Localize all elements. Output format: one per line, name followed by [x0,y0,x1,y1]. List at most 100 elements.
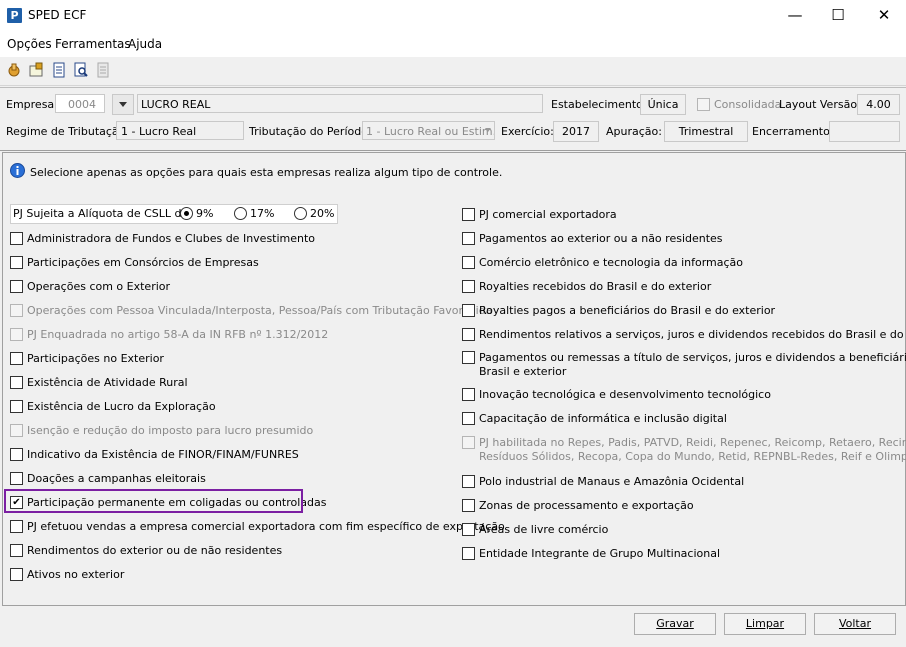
regime-field: 1 - Lucro Real [116,121,244,140]
right-option-1[interactable]: Pagamentos ao exterior ou a não resident… [462,231,723,246]
left-option-6[interactable]: Existência de Atividade Rural [10,375,188,390]
left-option-3: Operações com Pessoa Vinculada/Interpost… [10,303,492,318]
checkbox[interactable] [462,279,475,293]
settings-icon[interactable] [28,62,44,78]
checkbox[interactable] [10,351,23,365]
right-option-0[interactable]: PJ comercial exportadora [462,207,617,222]
checkbox [10,303,23,317]
left-option-4: PJ Enquadrada no artigo 58-A da IN RFB n… [10,327,328,342]
checkbox[interactable] [462,327,475,341]
checkbox[interactable] [10,471,23,485]
empresa-code-field[interactable]: 0004 [55,94,105,113]
right-option-13[interactable]: Entidade Integrante de Grupo Multinacion… [462,546,721,561]
checkbox[interactable] [462,474,475,488]
close-button[interactable]: ✕ [861,0,906,31]
option-label: Existência de Atividade Rural [27,376,188,389]
option-label: Administradora de Fundos e Clubes de Inv… [27,232,316,245]
checkbox[interactable] [462,387,475,401]
option-label: Ativos no exterior [27,568,125,581]
consolidada-checkbox: Consolidada [697,97,781,112]
checkbox[interactable] [462,350,475,364]
left-option-2[interactable]: Operações com o Exterior [10,279,171,294]
right-option-12[interactable]: Áreas de livre comércio [462,522,608,537]
left-option-7[interactable]: Existência de Lucro da Exploração [10,399,216,414]
checkbox[interactable] [462,411,475,425]
checkbox [10,423,23,437]
info-text: Selecione apenas as opções para quais es… [30,166,503,179]
right-option-4[interactable]: Royalties pagos a beneficiários do Brasi… [462,303,775,318]
tributacao-value: 1 - Lucro Real ou Estim. [366,125,495,138]
right-option-8[interactable]: Capacitação de informática e inclusão di… [462,411,727,426]
checkbox[interactable] [10,399,23,413]
maximize-button[interactable]: ☐ [815,0,861,31]
gravar-button[interactable]: Gravar [634,613,716,635]
checkbox[interactable] [462,522,475,536]
option-label: PJ efetuou vendas a empresa comercial ex… [27,520,505,533]
left-option-13[interactable]: Rendimentos do exterior ou de não reside… [10,543,283,558]
estabelecimento-field: Única [640,94,686,115]
chevron-down-icon [119,102,127,107]
document-icon[interactable] [51,62,67,78]
checkbox [10,327,23,341]
left-option-5[interactable]: Participações no Exterior [10,351,164,366]
csll-radio-17[interactable]: 17% [234,206,274,221]
left-option-9[interactable]: Indicativo da Existência de FINOR/FINAM/… [10,447,299,462]
menu-opcoes[interactable]: Opções [7,37,52,51]
voltar-button[interactable]: Voltar [814,613,896,635]
option-label: Rendimentos do exterior ou de não reside… [27,544,283,557]
checkbox[interactable] [462,207,475,221]
option-label-line2: Resíduos Sólidos, Recopa, Copa do Mundo,… [479,449,906,463]
left-option-1[interactable]: Participações em Consórcios de Empresas [10,255,259,270]
right-option-6[interactable]: Pagamentos ou remessas a título de servi… [462,350,906,378]
option-label: Isenção e redução do imposto para lucro … [27,424,314,437]
toolbar [0,57,906,86]
apuracao-label: Apuração: [606,125,662,138]
option-label: Existência de Lucro da Exploração [27,400,216,413]
option-label: Doações a campanhas eleitorais [27,472,206,485]
checkbox[interactable] [462,498,475,512]
checkbox[interactable] [462,303,475,317]
csll-radio-20[interactable]: 20% [294,206,334,221]
option-label: PJ comercial exportadora [479,208,617,221]
search-document-icon[interactable] [73,62,89,78]
hand-icon[interactable] [6,62,22,78]
checkbox[interactable] [10,375,23,389]
checkbox[interactable] [10,519,23,533]
option-label: Operações com o Exterior [27,280,171,293]
checkbox[interactable] [10,447,23,461]
exercicio-field: 2017 [553,121,599,142]
right-option-5[interactable]: Rendimentos relativos a serviços, juros … [462,327,906,342]
minimize-button[interactable]: — [772,0,818,31]
right-option-3[interactable]: Royalties recebidos do Brasil e do exter… [462,279,711,294]
left-option-10[interactable]: Doações a campanhas eleitorais [10,471,206,486]
limpar-button[interactable]: Limpar [724,613,806,635]
left-option-12[interactable]: PJ efetuou vendas a empresa comercial ex… [10,519,505,534]
checkbox[interactable] [10,567,23,581]
csll-radio-9[interactable]: 9% [180,206,213,221]
empresa-dropdown-button[interactable] [112,94,134,115]
checkbox[interactable] [462,231,475,245]
menu-ajuda[interactable]: Ajuda [128,37,162,51]
regime-label: Regime de Tributação: [6,125,130,138]
tributacao-select[interactable]: 1 - Lucro Real ou Estim. [362,121,495,140]
menu-ferramentas[interactable]: Ferramentas [55,37,131,51]
window-title: SPED ECF [28,8,87,22]
right-option-7[interactable]: Inovação tecnológica e desenvolvimento t… [462,387,771,402]
csll-label: PJ Sujeita a Alíquota de CSLL de: [13,207,192,220]
checkbox[interactable] [10,279,23,293]
checkbox[interactable] [10,543,23,557]
right-option-9: PJ habilitada no Repes, Padis, PATVD, Re… [462,435,906,463]
checkbox[interactable] [462,546,475,560]
left-option-0[interactable]: Administradora de Fundos e Clubes de Inv… [10,231,316,246]
checkbox[interactable] [462,255,475,269]
right-option-2[interactable]: Comércio eletrônico e tecnologia da info… [462,255,743,270]
option-label: Entidade Integrante de Grupo Multinacion… [479,547,721,560]
left-option-14[interactable]: Ativos no exterior [10,567,125,582]
selection-highlight [4,489,303,513]
option-label: Pagamentos ao exterior ou a não resident… [479,232,723,245]
checkbox[interactable] [10,255,23,269]
right-option-11[interactable]: Zonas de processamento e exportação [462,498,694,513]
app-icon: P [7,8,22,23]
right-option-10[interactable]: Polo industrial de Manaus e Amazônia Oci… [462,474,744,489]
checkbox[interactable] [10,231,23,245]
